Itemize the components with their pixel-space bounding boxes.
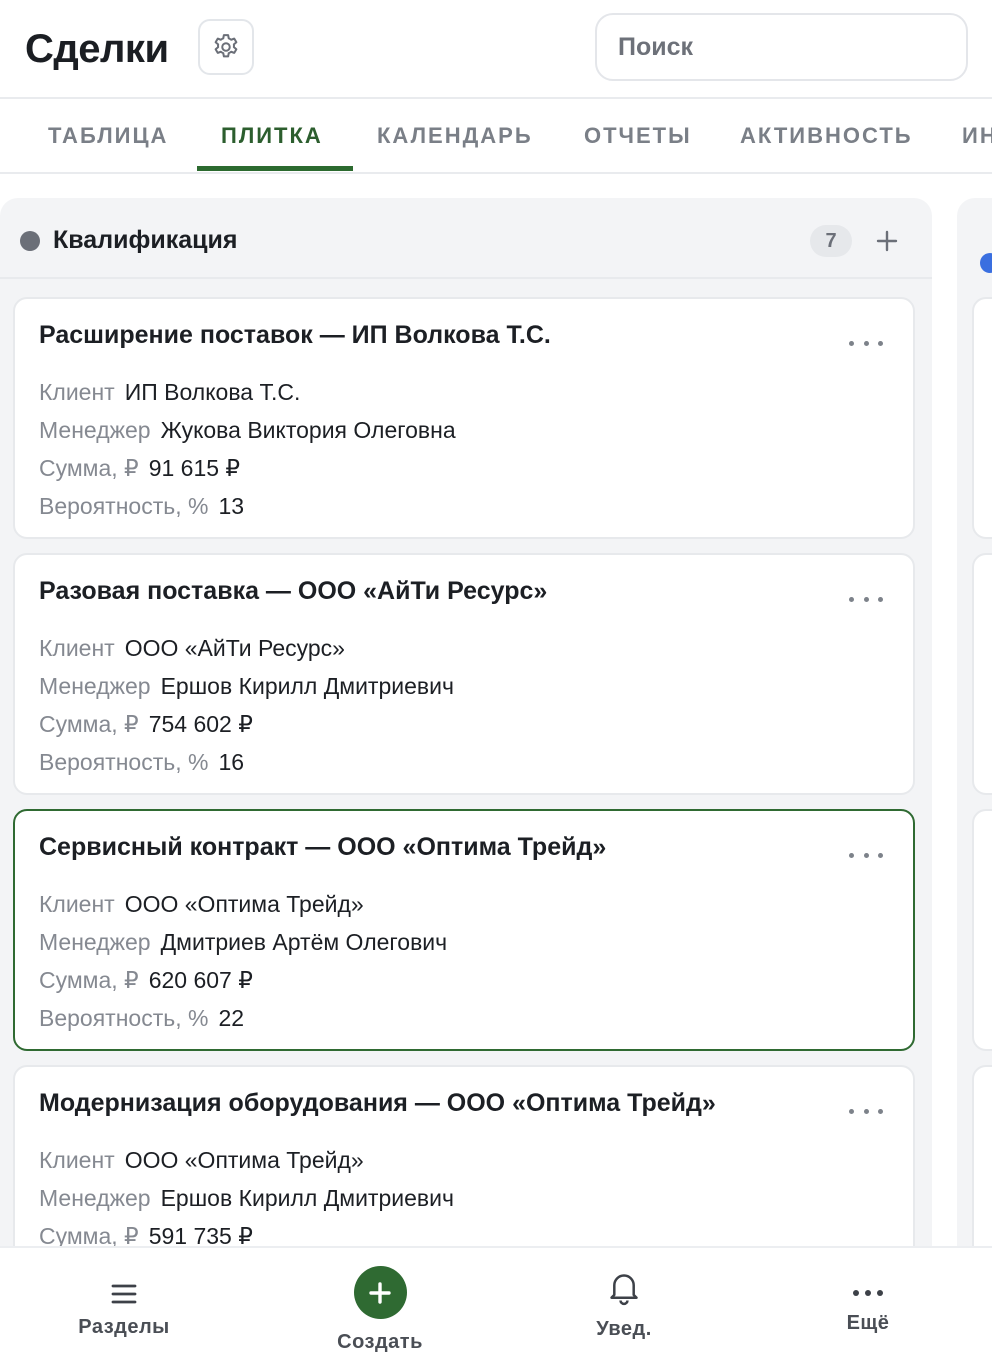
bell-icon bbox=[610, 1274, 638, 1306]
deal-card[interactable] bbox=[972, 553, 992, 795]
nav-create[interactable]: Создать bbox=[320, 1248, 440, 1354]
tab-tiles[interactable]: ПЛИТКА bbox=[221, 99, 323, 172]
amount-value: 91 615 ₽ bbox=[148, 455, 241, 481]
deal-card[interactable] bbox=[972, 1065, 992, 1246]
nav-notifications[interactable]: Увед. bbox=[564, 1248, 684, 1354]
kanban-board: Квалификация 7 Расширение поставок — ИП … bbox=[0, 174, 992, 1246]
add-deal-button[interactable] bbox=[872, 225, 902, 257]
deal-card[interactable]: Модернизация оборудования — ООО «Оптима … bbox=[13, 1065, 915, 1246]
manager-value: Ершов Кирилл Дмитриевич bbox=[160, 1185, 454, 1211]
menu-icon bbox=[111, 1284, 137, 1304]
deal-card[interactable] bbox=[972, 809, 992, 1051]
deal-title: Разовая поставка — ООО «АйТи Ресурс» bbox=[39, 577, 548, 605]
client-value: ООО «Оптима Трейд» bbox=[124, 891, 364, 917]
more-icon bbox=[849, 852, 883, 858]
card-more-button[interactable] bbox=[849, 847, 883, 863]
deal-title: Сервисный контракт — ООО «Оптима Трейд» bbox=[39, 833, 607, 861]
client-value: ИП Волкова Т.С. bbox=[124, 379, 301, 405]
tab-overflow[interactable]: ИН bbox=[962, 99, 992, 172]
bottom-navigation: Разделы Создать Увед. Ещё bbox=[0, 1246, 992, 1354]
nav-more[interactable]: Ещё bbox=[808, 1248, 928, 1354]
column-title: Квалификация bbox=[53, 226, 238, 254]
probability-value: 22 bbox=[218, 1005, 245, 1031]
probability-row: Вероятность, % 22 bbox=[39, 1005, 245, 1031]
more-icon bbox=[849, 340, 883, 346]
probability-row: Вероятность, % 16 bbox=[39, 749, 245, 775]
amount-value: 620 607 ₽ bbox=[148, 967, 253, 993]
column-header: Квалификация 7 bbox=[0, 198, 932, 279]
client-row: Клиент ИП Волкова Т.С. bbox=[39, 379, 301, 405]
column-count-badge: 7 bbox=[810, 225, 852, 257]
more-icon bbox=[849, 596, 883, 602]
manager-value: Ершов Кирилл Дмитриевич bbox=[160, 673, 454, 699]
deal-title: Расширение поставок — ИП Волкова Т.С. bbox=[39, 321, 551, 349]
tab-calendar[interactable]: КАЛЕНДАРЬ bbox=[377, 99, 533, 172]
top-header: Сделки bbox=[0, 0, 992, 99]
kanban-column: Квалификация 7 Расширение поставок — ИП … bbox=[0, 198, 932, 1246]
deal-card[interactable]: Расширение поставок — ИП Волкова Т.С. Кл… bbox=[13, 297, 915, 539]
tab-table[interactable]: ТАБЛИЦА bbox=[48, 99, 168, 172]
gear-icon bbox=[214, 34, 238, 58]
create-button[interactable] bbox=[353, 1266, 407, 1319]
deal-card-selected[interactable]: Сервисный контракт — ООО «Оптима Трейд» … bbox=[13, 809, 915, 1051]
settings-button[interactable] bbox=[198, 19, 254, 75]
amount-value: 591 735 ₽ bbox=[148, 1223, 253, 1246]
more-icon bbox=[849, 1108, 883, 1114]
card-more-button[interactable] bbox=[849, 335, 883, 351]
page-title: Сделки bbox=[25, 27, 169, 71]
manager-row: Менеджер Ершов Кирилл Дмитриевич bbox=[39, 1185, 454, 1211]
client-value: ООО «Оптима Трейд» bbox=[124, 1147, 364, 1173]
status-dot bbox=[980, 253, 992, 273]
active-tab-indicator bbox=[197, 166, 353, 171]
search-input[interactable] bbox=[595, 13, 968, 81]
tab-activity[interactable]: АКТИВНОСТЬ bbox=[740, 99, 913, 172]
plus-icon bbox=[369, 1281, 391, 1304]
manager-row: Менеджер Ершов Кирилл Дмитриевич bbox=[39, 673, 454, 699]
client-row: Клиент ООО «АйТи Ресурс» bbox=[39, 635, 345, 661]
nav-label: Ещё bbox=[846, 1312, 890, 1334]
kanban-column-next bbox=[957, 198, 992, 1246]
nav-label: Создать bbox=[337, 1331, 423, 1353]
card-more-button[interactable] bbox=[849, 1103, 883, 1119]
manager-value: Жукова Виктория Олеговна bbox=[160, 417, 456, 443]
amount-row: Сумма, ₽91 615 ₽ bbox=[39, 455, 241, 481]
deal-card[interactable]: Разовая поставка — ООО «АйТи Ресурс» Кли… bbox=[13, 553, 915, 795]
manager-row: Менеджер Дмитриев Артём Олегович bbox=[39, 929, 448, 955]
amount-row: Сумма, ₽754 602 ₽ bbox=[39, 711, 253, 737]
probability-value: 16 bbox=[218, 749, 245, 775]
amount-value: 754 602 ₽ bbox=[148, 711, 253, 737]
manager-value: Дмитриев Артём Олегович bbox=[160, 929, 448, 955]
probability-value: 13 bbox=[218, 493, 245, 519]
amount-row: Сумма, ₽620 607 ₽ bbox=[39, 967, 253, 993]
status-dot bbox=[20, 231, 40, 251]
more-icon bbox=[853, 1290, 883, 1296]
plus-icon bbox=[876, 230, 898, 252]
client-row: Клиент ООО «Оптима Трейд» bbox=[39, 891, 364, 917]
deal-title: Модернизация оборудования — ООО «Оптима … bbox=[39, 1089, 716, 1117]
nav-label: Разделы bbox=[78, 1316, 170, 1338]
amount-row: Сумма, ₽591 735 ₽ bbox=[39, 1222, 253, 1246]
client-value: ООО «АйТи Ресурс» bbox=[124, 635, 345, 661]
deal-card[interactable] bbox=[972, 297, 992, 539]
nav-label: Увед. bbox=[596, 1318, 652, 1340]
tab-reports[interactable]: ОТЧЕТЫ bbox=[584, 99, 692, 172]
card-more-button[interactable] bbox=[849, 591, 883, 607]
nav-sections[interactable]: Разделы bbox=[64, 1248, 184, 1354]
probability-row: Вероятность, % 13 bbox=[39, 493, 245, 519]
manager-row: Менеджер Жукова Виктория Олеговна bbox=[39, 417, 456, 443]
view-tabs: ТАБЛИЦА ПЛИТКА КАЛЕНДАРЬ ОТЧЕТЫ АКТИВНОС… bbox=[0, 99, 992, 174]
client-row: Клиент ООО «Оптима Трейд» bbox=[39, 1147, 364, 1173]
